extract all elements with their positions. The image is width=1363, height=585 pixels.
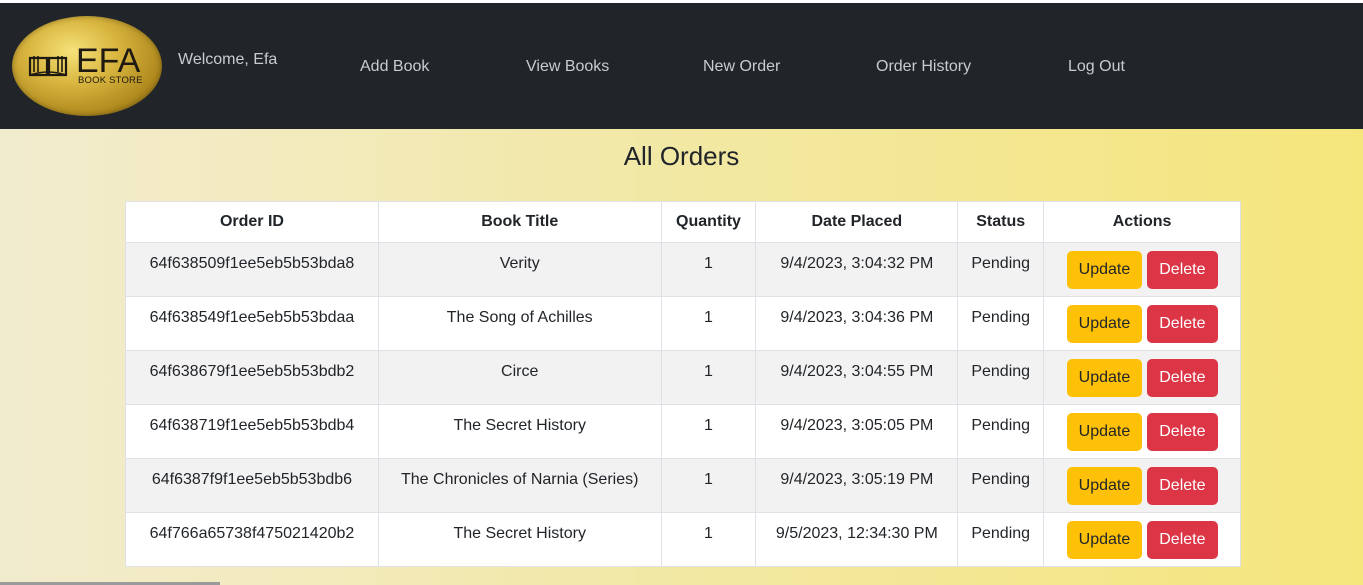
book-icon xyxy=(28,56,68,77)
book-title-cell: The Chronicles of Narnia (Series) xyxy=(377,458,662,513)
quantity-cell: 1 xyxy=(660,296,757,351)
delete-button[interactable]: Delete xyxy=(1147,413,1218,451)
table-row: 64f638719f1ee5eb5b53bdb4 The Secret Histo… xyxy=(125,404,1241,459)
nav-log-out[interactable]: Log Out xyxy=(1068,58,1125,76)
update-button[interactable]: Update xyxy=(1066,521,1143,559)
update-button[interactable]: Update xyxy=(1066,359,1143,397)
table-header-row: Order ID Book Title Quantity Date Placed… xyxy=(125,201,1241,243)
quantity-cell: 1 xyxy=(660,458,757,513)
actions-cell: Update Delete xyxy=(1043,512,1241,567)
book-title-cell: The Secret History xyxy=(377,512,662,567)
page-title: All Orders xyxy=(623,141,740,171)
book-title-cell: Circe xyxy=(377,350,662,405)
welcome-text: Welcome, Efa xyxy=(178,51,278,68)
delete-button[interactable]: Delete xyxy=(1147,305,1218,343)
delete-button[interactable]: Delete xyxy=(1147,359,1218,397)
column-header-date-placed: Date Placed xyxy=(755,201,959,243)
date-placed-cell: 9/4/2023, 3:04:36 PM xyxy=(755,296,959,351)
status-cell: Pending xyxy=(957,404,1045,459)
quantity-cell: 1 xyxy=(660,350,757,405)
date-placed-cell: 9/4/2023, 3:04:32 PM xyxy=(755,242,959,297)
table-row: 64f6387f9f1ee5eb5b53bdb6 The Chronicles o… xyxy=(125,458,1241,513)
order-id-cell: 64f638549f1ee5eb5b53bdaa xyxy=(125,296,379,351)
quantity-cell: 1 xyxy=(660,404,757,459)
table-row: 64f766a65738f475021420b2 The Secret Histo… xyxy=(125,512,1241,567)
date-placed-cell: 9/4/2023, 3:05:05 PM xyxy=(755,404,959,459)
order-id-cell: 64f638509f1ee5eb5b53bda8 xyxy=(125,242,379,297)
status-cell: Pending xyxy=(957,350,1045,405)
order-id-cell: 64f6387f9f1ee5eb5b53bdb6 xyxy=(125,458,379,513)
order-id-cell: 64f766a65738f475021420b2 xyxy=(125,512,379,567)
delete-button[interactable]: Delete xyxy=(1147,521,1218,559)
update-button[interactable]: Update xyxy=(1066,467,1143,505)
nav-view-books[interactable]: View Books xyxy=(526,58,609,76)
actions-cell: Update Delete xyxy=(1043,458,1241,513)
order-id-cell: 64f638719f1ee5eb5b53bdb4 xyxy=(125,404,379,459)
date-placed-cell: 9/5/2023, 12:34:30 PM xyxy=(755,512,959,567)
quantity-cell: 1 xyxy=(660,512,757,567)
column-header-book-title: Book Title xyxy=(377,201,662,243)
update-button[interactable]: Update xyxy=(1066,305,1143,343)
table-row: 64f638549f1ee5eb5b53bdaa The Song of Achi… xyxy=(125,296,1241,351)
actions-cell: Update Delete xyxy=(1043,242,1241,297)
actions-cell: Update Delete xyxy=(1043,296,1241,351)
status-cell: Pending xyxy=(957,242,1045,297)
table-row: 64f638509f1ee5eb5b53bda8 Verity 1 9/4/2023,… xyxy=(125,242,1241,297)
book-title-cell: The Secret History xyxy=(377,404,662,459)
date-placed-cell: 9/4/2023, 3:04:55 PM xyxy=(755,350,959,405)
column-header-order-id: Order ID xyxy=(125,201,379,243)
status-cell: Pending xyxy=(957,512,1045,567)
status-cell: Pending xyxy=(957,296,1045,351)
main-content: All Orders Order ID Book Title Quantity … xyxy=(0,129,1363,585)
table-row: 64f638679f1ee5eb5b53bdb2 Circe 1 9/4/2023, … xyxy=(125,350,1241,405)
column-header-actions: Actions xyxy=(1043,201,1241,243)
delete-button[interactable]: Delete xyxy=(1147,251,1218,289)
delete-button[interactable]: Delete xyxy=(1147,467,1218,505)
nav-add-book[interactable]: Add Book xyxy=(360,58,429,76)
quantity-cell: 1 xyxy=(660,242,757,297)
brand-logo[interactable]: EFA BOOK STORE xyxy=(12,16,162,116)
navbar: EFA BOOK STORE Welcome, Efa Add Book Vie… xyxy=(0,3,1363,129)
order-id-cell: 64f638679f1ee5eb5b53bdb2 xyxy=(125,350,379,405)
logo-subtitle: BOOK STORE xyxy=(78,75,143,86)
nav-new-order[interactable]: New Order xyxy=(703,58,780,76)
date-placed-cell: 9/4/2023, 3:05:19 PM xyxy=(755,458,959,513)
orders-table: Order ID Book Title Quantity Date Placed… xyxy=(125,201,1241,567)
book-title-cell: The Song of Achilles xyxy=(377,296,662,351)
nav-order-history[interactable]: Order History xyxy=(876,58,971,76)
update-button[interactable]: Update xyxy=(1066,251,1143,289)
actions-cell: Update Delete xyxy=(1043,350,1241,405)
book-title-cell: Verity xyxy=(377,242,662,297)
logo-title: EFA xyxy=(76,42,141,80)
status-cell: Pending xyxy=(957,458,1045,513)
actions-cell: Update Delete xyxy=(1043,404,1241,459)
column-header-quantity: Quantity xyxy=(660,201,757,243)
column-header-status: Status xyxy=(957,201,1045,243)
update-button[interactable]: Update xyxy=(1066,413,1143,451)
